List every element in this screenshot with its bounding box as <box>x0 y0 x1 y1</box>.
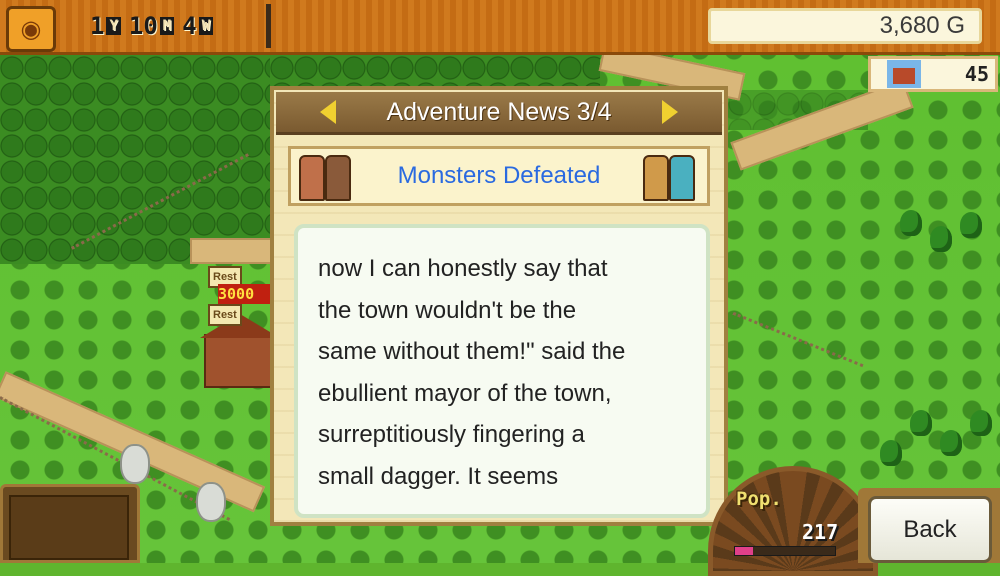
boulder <box>120 444 150 484</box>
back-button[interactable]: Back <box>858 488 1000 563</box>
divider <box>266 4 271 48</box>
news-body-box[interactable]: now I can honestly say that the town wou… <box>294 224 710 518</box>
tree <box>970 410 992 436</box>
pumpkin-menu-button[interactable]: ◉ <box>6 6 56 52</box>
date-month: 10 <box>128 12 158 40</box>
fence <box>732 311 864 368</box>
boulder <box>196 482 226 522</box>
arrow-left-icon[interactable] <box>320 100 336 124</box>
tree <box>880 440 902 466</box>
date-week: 4 <box>182 12 197 40</box>
dialog-title: Adventure News 3/4 <box>386 97 612 126</box>
date-week-unit: W <box>198 17 214 35</box>
forest-area <box>0 54 270 264</box>
date-year-unit: Y <box>106 17 121 35</box>
tree <box>900 210 922 236</box>
population-value: 217 <box>802 520 839 544</box>
house[interactable] <box>200 314 280 388</box>
hero-sprite <box>669 155 695 201</box>
news-category-banner: Monsters Defeated <box>288 146 710 206</box>
news-body-text: now I can honestly say that the town wou… <box>318 255 626 490</box>
town-rank-value: 45 <box>964 62 989 86</box>
forest-area <box>270 54 600 88</box>
dirt-path <box>190 238 274 264</box>
hero-sprite <box>299 155 325 201</box>
date-year: 1 <box>90 12 105 40</box>
bottom-left-panel[interactable] <box>0 484 140 563</box>
tree <box>930 226 952 252</box>
calendar-date: 1 Y 10 M 4 W <box>90 10 219 42</box>
hero-sprite <box>325 155 351 201</box>
population-bar <box>734 546 836 556</box>
back-button-label[interactable]: Back <box>868 496 992 563</box>
news-category: Monsters Defeated <box>397 162 601 189</box>
tree <box>940 430 962 456</box>
tree <box>910 410 932 436</box>
date-month-unit: M <box>159 17 175 35</box>
tree <box>960 212 982 238</box>
house-icon <box>887 60 921 88</box>
adventure-news-dialog: Adventure News 3/4 Monsters Defeated now… <box>270 86 728 526</box>
hero-sprite <box>643 155 669 201</box>
dialog-header: Adventure News 3/4 <box>276 92 722 135</box>
population-label: Pop. <box>736 488 782 510</box>
pumpkin-icon: ◉ <box>20 15 42 43</box>
worker-status-tag: Rest <box>208 304 242 326</box>
money-popup: 3000 <box>218 284 270 304</box>
top-bar: ◉ 1 Y 10 M 4 W 3,680 G <box>0 0 1000 55</box>
arrow-right-icon[interactable] <box>662 100 678 124</box>
town-rank-badge[interactable]: 45 <box>868 56 998 92</box>
gold-counter: 3,680 G <box>708 8 982 44</box>
